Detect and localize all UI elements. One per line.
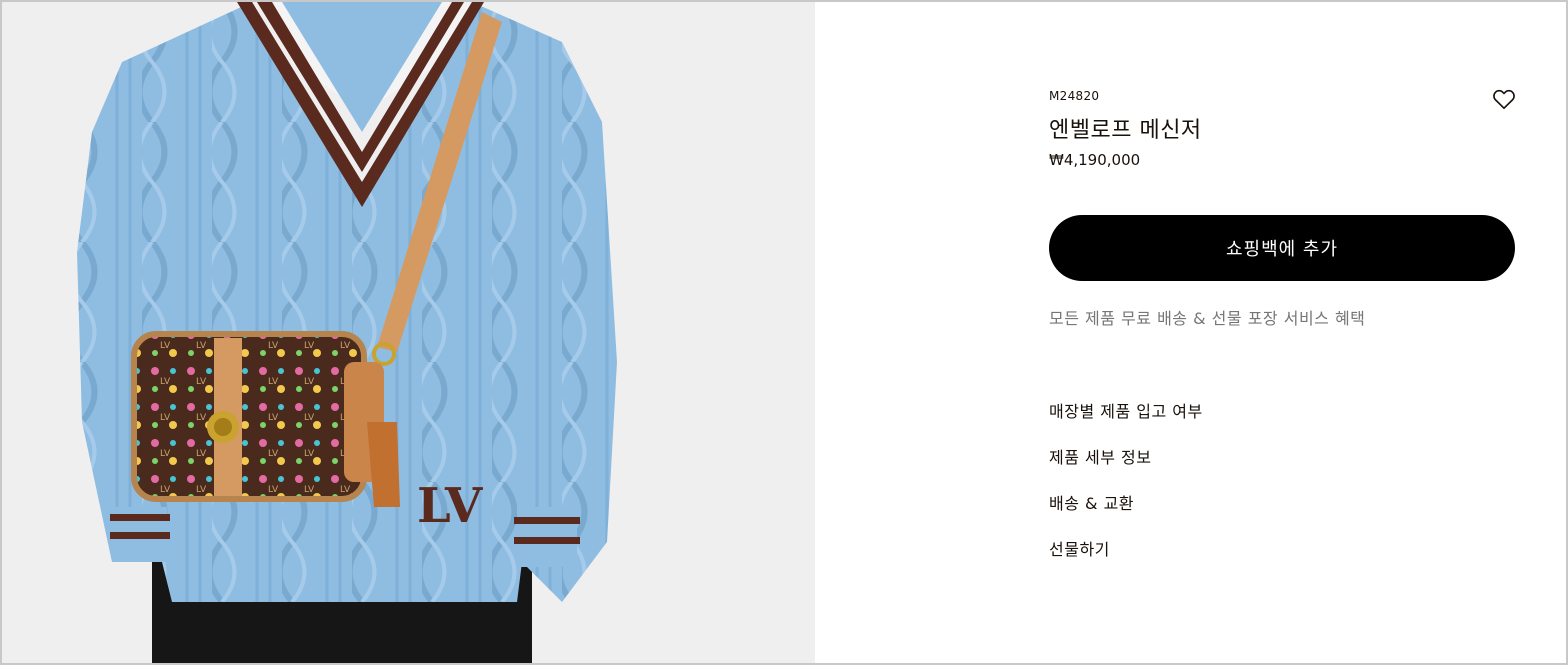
link-product-details[interactable]: 제품 세부 정보 [1049, 446, 1203, 492]
free-shipping-notice: 모든 제품 무료 배송 & 선물 포장 서비스 혜택 [1049, 309, 1366, 328]
product-info-panel: M24820 엔벨로프 메신저 ₩4,190,000 쇼핑백에 추가 모든 제품… [1049, 2, 1517, 663]
product-price: ₩4,190,000 [1049, 151, 1141, 169]
link-gifting[interactable]: 선물하기 [1049, 538, 1203, 584]
link-store-availability[interactable]: 매장별 제품 입고 여부 [1049, 400, 1203, 446]
product-image[interactable]: LV LV [2, 2, 815, 663]
page-frame: LV LV [0, 0, 1568, 665]
product-sku: M24820 [1049, 89, 1100, 103]
product-title: 엔벨로프 메신저 [1049, 118, 1202, 143]
product-photo-illustration: LV LV [2, 2, 815, 663]
add-to-bag-button[interactable]: 쇼핑백에 추가 [1049, 215, 1515, 281]
link-shipping-returns[interactable]: 배송 & 교환 [1049, 492, 1203, 538]
wishlist-button[interactable] [1491, 86, 1517, 112]
svg-text:LV: LV [417, 478, 483, 534]
product-info-links: 매장별 제품 입고 여부 제품 세부 정보 배송 & 교환 선물하기 [1049, 400, 1203, 584]
heart-outline-icon [1493, 89, 1515, 110]
